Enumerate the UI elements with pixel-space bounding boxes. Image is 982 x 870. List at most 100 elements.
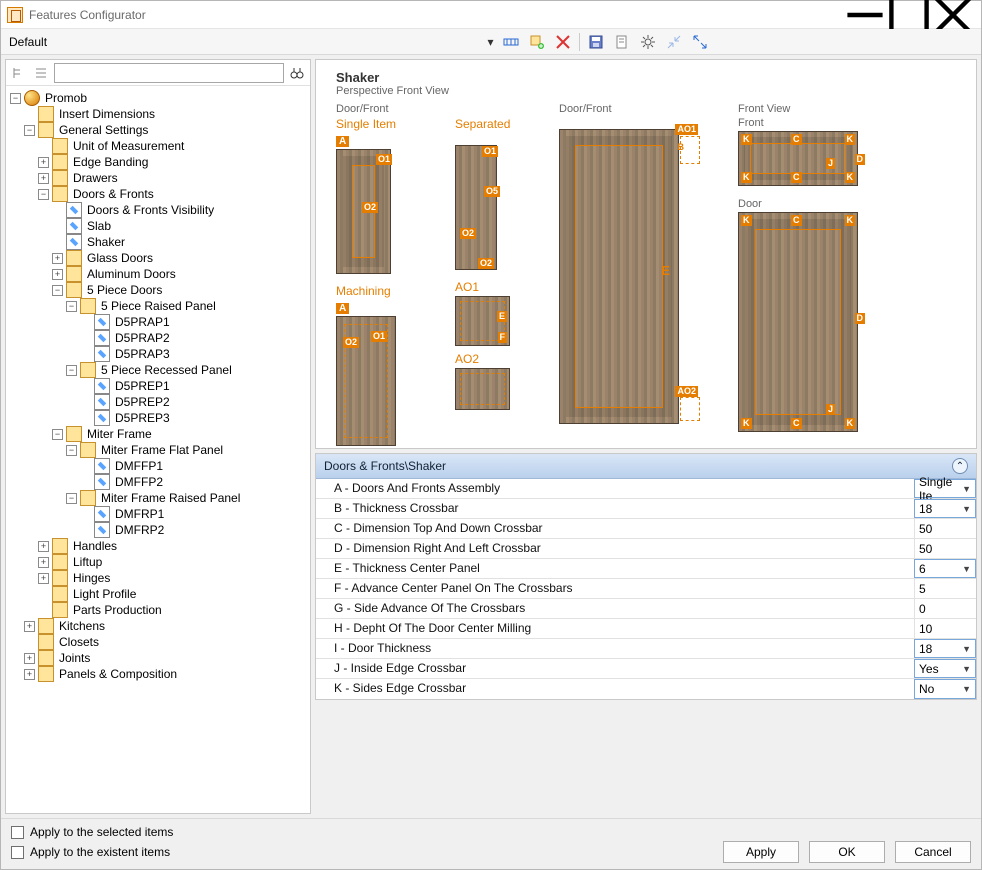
property-value[interactable]: 6▼	[914, 559, 976, 578]
property-row[interactable]: I - Door Thickness18▼	[316, 639, 976, 659]
tree-item[interactable]: Hinges	[71, 570, 112, 586]
dimension-icon[interactable]	[501, 32, 521, 52]
settings-tree[interactable]: −Promob Insert Dimensions −General Setti…	[6, 86, 310, 813]
property-row[interactable]: A - Doors And Fronts AssemblySingle Ite▼	[316, 479, 976, 499]
tree-item[interactable]: DMFRP1	[113, 506, 166, 522]
titlebar: Features Configurator	[1, 1, 981, 29]
tree-item[interactable]: Doors & Fronts Visibility	[85, 202, 216, 218]
tree-item[interactable]: DMFRP2	[113, 522, 166, 538]
property-value[interactable]: No▼	[914, 679, 976, 699]
marker-o4: O2	[460, 228, 476, 239]
toolbar-profile-label[interactable]: Default	[9, 35, 47, 49]
close-button[interactable]	[931, 1, 975, 29]
property-row[interactable]: E - Thickness Center Panel6▼	[316, 559, 976, 579]
marker-d: D	[855, 154, 866, 165]
tree-item[interactable]: DMFFP1	[113, 458, 165, 474]
properties-header: Doors & Fronts\Shaker	[324, 459, 446, 473]
property-value[interactable]: 10	[914, 619, 976, 638]
save-icon[interactable]	[586, 32, 606, 52]
property-value[interactable]: 0	[914, 599, 976, 618]
tree-item[interactable]: 5 Piece Raised Panel	[99, 298, 218, 314]
tree-item[interactable]: Miter Frame Raised Panel	[99, 490, 242, 506]
chevron-down-icon[interactable]: ▼	[962, 644, 971, 654]
tree-item[interactable]: Liftup	[71, 554, 104, 570]
tree-item[interactable]: D5PREP2	[113, 394, 172, 410]
property-value[interactable]: 50	[914, 539, 976, 558]
folder-icon	[52, 186, 68, 202]
tree-item[interactable]: Shaker	[85, 234, 127, 250]
tree-item[interactable]: 5 Piece Doors	[85, 282, 164, 298]
cancel-button[interactable]: Cancel	[895, 841, 971, 863]
chevron-down-icon[interactable]: ▼	[962, 564, 971, 574]
property-row[interactable]: F - Advance Center Panel On The Crossbar…	[316, 579, 976, 599]
param-icon	[94, 474, 110, 490]
property-row[interactable]: G - Side Advance Of The Crossbars0	[316, 599, 976, 619]
tree-item[interactable]: Joints	[57, 650, 92, 666]
property-value[interactable]: Single Ite▼	[914, 479, 976, 498]
list-view-icon[interactable]	[32, 64, 50, 82]
tree-item[interactable]: Light Profile	[71, 586, 138, 602]
property-row[interactable]: H - Depht Of The Door Center Milling10	[316, 619, 976, 639]
property-row[interactable]: D - Dimension Right And Left Crossbar50	[316, 539, 976, 559]
property-value[interactable]: 5	[914, 579, 976, 598]
minimize-button[interactable]	[843, 1, 887, 29]
property-value[interactable]: 18▼	[914, 639, 976, 658]
tree-item[interactable]: Glass Doors	[85, 250, 155, 266]
tree-item[interactable]: Edge Banding	[71, 154, 150, 170]
document-icon[interactable]	[612, 32, 632, 52]
chevron-down-icon[interactable]: ▼	[962, 484, 971, 494]
tree-item[interactable]: Parts Production	[71, 602, 164, 618]
property-row[interactable]: C - Dimension Top And Down Crossbar50	[316, 519, 976, 539]
tree-item[interactable]: Aluminum Doors	[85, 266, 178, 282]
tree-item[interactable]: Slab	[85, 218, 113, 234]
chevron-down-icon[interactable]: ▼	[962, 664, 971, 674]
maximize-button[interactable]	[887, 1, 931, 29]
tree-item[interactable]: Panels & Composition	[57, 666, 179, 682]
tree-item[interactable]: Miter Frame	[85, 426, 154, 442]
tree-item[interactable]: Kitchens	[57, 618, 107, 634]
tree-root[interactable]: Promob	[43, 90, 89, 106]
ok-button[interactable]: OK	[809, 841, 885, 863]
property-value[interactable]: Yes▼	[914, 659, 976, 678]
search-input[interactable]	[54, 63, 284, 83]
binoculars-icon[interactable]	[288, 64, 306, 82]
tree-item[interactable]: 5 Piece Recessed Panel	[99, 362, 234, 378]
tree-item[interactable]: Insert Dimensions	[57, 106, 157, 122]
property-key: K - Sides Edge Crossbar	[316, 679, 914, 699]
add-icon[interactable]	[527, 32, 547, 52]
tree-item[interactable]: Unit of Measurement	[71, 138, 186, 154]
collapse-section-icon[interactable]: ⌃	[952, 458, 968, 474]
tree-item[interactable]: D5PREP3	[113, 410, 172, 426]
apply-button[interactable]: Apply	[723, 841, 799, 863]
apply-selected-checkbox[interactable]	[11, 826, 24, 839]
property-value[interactable]: 50	[914, 519, 976, 538]
property-row[interactable]: B - Thickness Crossbar18▼	[316, 499, 976, 519]
property-value[interactable]: 18▼	[914, 499, 976, 518]
tree-item[interactable]: Drawers	[71, 170, 120, 186]
tree-item[interactable]: DMFFP2	[113, 474, 165, 490]
marker-e: E	[659, 265, 672, 276]
tree-item[interactable]: Doors & Fronts	[71, 186, 156, 202]
property-row[interactable]: J - Inside Edge CrossbarYes▼	[316, 659, 976, 679]
chevron-down-icon[interactable]: ▼	[962, 504, 971, 514]
expand-arrows-icon[interactable]	[690, 32, 710, 52]
param-icon	[94, 346, 110, 362]
tree-view-icon[interactable]	[10, 64, 28, 82]
folder-icon	[66, 426, 82, 442]
tree-item[interactable]: D5PREP1	[113, 378, 172, 394]
tree-item[interactable]: Handles	[71, 538, 119, 554]
delete-icon[interactable]	[553, 32, 573, 52]
chevron-down-icon[interactable]: ▼	[962, 684, 971, 694]
gear-icon[interactable]	[638, 32, 658, 52]
profile-dropdown-icon[interactable]: ▾	[487, 35, 495, 49]
tree-item[interactable]: Miter Frame Flat Panel	[99, 442, 225, 458]
property-row[interactable]: K - Sides Edge CrossbarNo▼	[316, 679, 976, 699]
tree-item[interactable]: D5PRAP2	[113, 330, 172, 346]
collapse-arrows-icon[interactable]	[664, 32, 684, 52]
marker-b: B	[676, 142, 687, 153]
tree-item[interactable]: General Settings	[57, 122, 150, 138]
tree-item[interactable]: Closets	[57, 634, 101, 650]
marker-o2: O2	[478, 258, 494, 269]
tree-item[interactable]: D5PRAP3	[113, 346, 172, 362]
tree-item[interactable]: D5PRAP1	[113, 314, 172, 330]
